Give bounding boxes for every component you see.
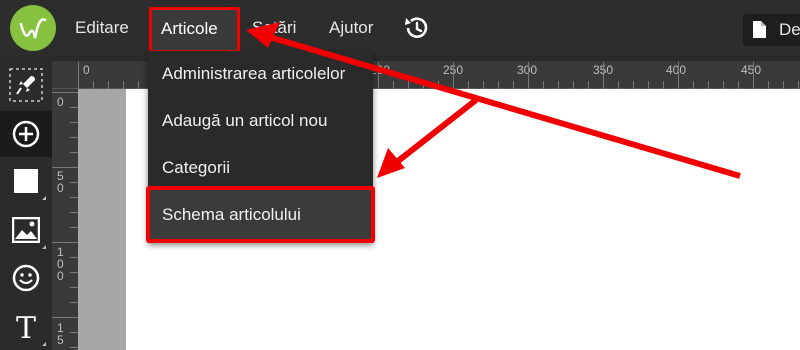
ruler-tick (70, 272, 78, 273)
ruler-tick (123, 81, 124, 89)
top-bar: Editare Articole Setări Ajutor De (0, 0, 800, 56)
ruler-tick (52, 242, 78, 243)
ruler-tick (70, 107, 78, 108)
ruler-label: 0 (57, 95, 64, 109)
document-button[interactable]: De (743, 14, 800, 46)
tool-text[interactable]: T (0, 304, 52, 350)
menu-articole[interactable]: Articole (149, 7, 240, 53)
articole-dropdown-menu: Administrarea articolelor Adaugă un arti… (146, 51, 375, 243)
emoji-icon (12, 264, 40, 292)
menu-editare[interactable]: Editare (75, 16, 129, 40)
add-icon (12, 120, 40, 148)
ruler-label: 200 (370, 63, 391, 77)
ruler-label: 1 0 0 (57, 245, 64, 283)
ruler-tick (52, 92, 78, 93)
vertical-ruler (52, 89, 78, 350)
ruler-tick (393, 81, 394, 89)
menu-item-categorii[interactable]: Categorii (148, 145, 373, 191)
ruler-tick (70, 302, 78, 303)
ruler-tick (70, 332, 78, 333)
ruler-tick (483, 81, 484, 89)
ruler-label: 5 0 (57, 169, 64, 195)
ruler-tick (70, 182, 78, 183)
ruler-label: 0 (83, 63, 90, 77)
submenu-indicator-icon (42, 245, 46, 249)
ruler-tick (453, 62, 454, 89)
ruler-label: 400 (666, 63, 687, 77)
logo-icon (15, 10, 51, 46)
image-icon (12, 217, 40, 243)
ruler-tick (70, 122, 78, 123)
ruler-tick (378, 62, 379, 89)
menu-setari[interactable]: Setări (252, 16, 296, 40)
svg-text:T: T (16, 312, 36, 342)
ruler-tick (708, 81, 709, 89)
ruler-tick (70, 257, 78, 258)
ruler-label: 450 (741, 63, 762, 77)
history-icon[interactable] (403, 14, 431, 42)
ruler-tick (648, 81, 649, 89)
menu-item-schema-articolului[interactable]: Schema articolului (146, 186, 375, 243)
ruler-tick (408, 81, 409, 89)
ruler-tick (678, 62, 679, 89)
ruler-tick (70, 137, 78, 138)
ruler-tick (52, 167, 78, 168)
square-icon (14, 169, 38, 193)
file-icon (753, 21, 766, 38)
text-icon: T (16, 312, 36, 342)
submenu-indicator-icon (42, 196, 46, 200)
ruler-tick (723, 81, 724, 89)
editor-window: Editare Articole Setări Ajutor De T 0 20… (0, 0, 800, 350)
tool-image[interactable] (0, 207, 52, 253)
ruler-tick (78, 62, 79, 89)
menu-item-adauga-articol[interactable]: Adaugă un articol nou (148, 98, 373, 144)
ruler-tick (70, 287, 78, 288)
submenu-indicator-icon (42, 342, 46, 346)
ruler-tick (588, 81, 589, 89)
ruler-tick (423, 81, 424, 89)
ruler-tick (573, 81, 574, 89)
tool-add[interactable] (0, 111, 52, 157)
ruler-tick (738, 81, 739, 89)
menu-ajutor[interactable]: Ajutor (329, 16, 373, 40)
ruler-label: 1 5 (57, 321, 64, 347)
ruler-tick (70, 197, 78, 198)
ruler-tick (558, 81, 559, 89)
ruler-tick (663, 81, 664, 89)
ruler-tick (798, 81, 799, 89)
ruler-tick (528, 62, 529, 89)
ruler-tick (70, 212, 78, 213)
ruler-tick (753, 62, 754, 89)
ruler-tick (108, 81, 109, 89)
document-button-label: De (779, 20, 800, 39)
ruler-tick (70, 152, 78, 153)
ruler-tick (633, 81, 634, 89)
ruler-tick (768, 81, 769, 89)
menu-item-administrarea-articolelor[interactable]: Administrarea articolelor (148, 51, 373, 97)
left-toolbar: T (0, 56, 52, 350)
rocket-icon (9, 68, 43, 102)
ruler-tick (93, 81, 94, 89)
ruler-tick (783, 81, 784, 89)
ruler-tick (70, 227, 78, 228)
ruler-tick (70, 347, 78, 348)
tool-emoji[interactable] (0, 255, 52, 301)
ruler-tick (693, 81, 694, 89)
canvas-margin (78, 89, 126, 350)
ruler-tick (498, 81, 499, 89)
ruler-tick (468, 81, 469, 89)
ruler-tick (603, 62, 604, 89)
tool-rocket[interactable] (0, 62, 52, 108)
ruler-tick (543, 81, 544, 89)
ruler-tick (52, 317, 78, 318)
tool-shape[interactable] (0, 158, 52, 204)
ruler-tick (513, 81, 514, 89)
ruler-tick (618, 81, 619, 89)
app-logo[interactable] (10, 5, 56, 51)
ruler-tick (438, 81, 439, 89)
ruler-tick (138, 81, 139, 89)
